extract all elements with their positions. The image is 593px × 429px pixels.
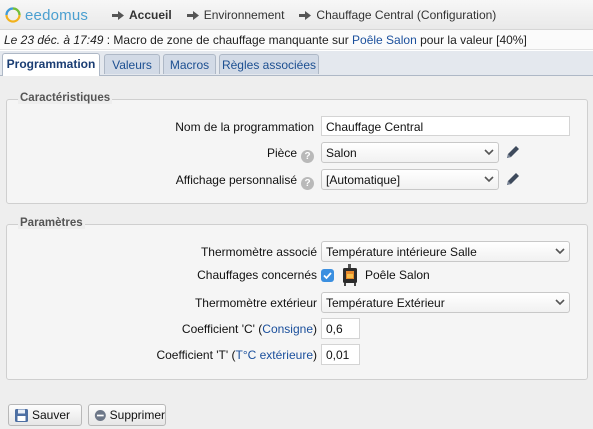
chevron-down-icon	[484, 149, 494, 156]
characteristics-legend: Caractéristiques	[18, 92, 113, 104]
breadcrumb-arrow-icon	[112, 10, 124, 20]
parameters-legend: Paramètres	[18, 217, 85, 229]
delete-button-label: Supprimer	[109, 408, 165, 422]
breadcrumb-current: Chauffage Central (Configuration)	[316, 8, 497, 22]
chevron-down-icon	[555, 248, 565, 255]
coef-c-label: Coefficient 'C' (Consigne)	[182, 322, 317, 336]
coef-t-input[interactable]: 0,01	[321, 344, 360, 365]
thermo-ext-select[interactable]: Température Extérieur	[321, 292, 570, 313]
thermo-ext-label: Thermomètre extérieur	[194, 296, 317, 310]
thermo-assoc-label: Thermomètre associé	[200, 245, 317, 259]
save-button[interactable]: Sauver	[8, 404, 82, 426]
coef-t-suffix: )	[313, 348, 317, 362]
save-icon	[15, 408, 28, 422]
coef-t-link[interactable]: T°C extérieure	[236, 348, 314, 362]
tab-valeurs[interactable]: Valeurs	[104, 54, 160, 74]
top-bar: eedomus Accueil Environnement Chauffage …	[0, 0, 593, 30]
check-icon	[323, 272, 332, 280]
coef-t-prefix: Coefficient 'T' (	[156, 348, 236, 362]
stove-icon	[343, 264, 357, 286]
save-button-label: Sauver	[32, 408, 71, 422]
chevron-down-icon	[555, 299, 565, 306]
notification-suffix: pour la valeur [40%]	[416, 33, 527, 47]
affichage-label-text: Affichage personnalisé	[175, 173, 297, 187]
breadcrumb-arrow-icon	[186, 10, 199, 20]
tab-bar: Programmation Valeurs Macros Règles asso…	[0, 51, 593, 76]
coef-c-suffix: )	[313, 322, 317, 336]
breadcrumb-home[interactable]: Accueil	[129, 8, 172, 22]
chauffage-checkbox[interactable]	[321, 269, 334, 282]
breadcrumb-arrow-icon	[299, 10, 312, 20]
coef-t-label: Coefficient 'T' (T°C extérieure)	[156, 348, 317, 362]
breadcrumb-environment[interactable]: Environnement	[204, 8, 285, 22]
logo-text: eedomus	[25, 6, 89, 24]
affichage-select[interactable]: [Automatique]	[321, 169, 499, 190]
delete-icon	[94, 409, 106, 421]
tab-regles-associees[interactable]: Règles associées	[219, 54, 319, 74]
coef-c-link[interactable]: Consigne	[262, 322, 313, 336]
name-input[interactable]: Chauffage Central	[321, 116, 570, 136]
notification-date: Le 23 déc. à 17:49	[4, 33, 104, 47]
help-icon[interactable]: ?	[301, 177, 314, 190]
piece-select-value: Salon	[326, 146, 357, 160]
piece-label: Pièce?	[267, 146, 314, 163]
piece-select[interactable]: Salon	[321, 142, 499, 163]
thermo-assoc-select[interactable]: Température intérieure Salle	[321, 241, 570, 262]
breadcrumb: Accueil Environnement Chauffage Central …	[111, 8, 510, 22]
thermo-ext-value: Température Extérieur	[326, 296, 445, 310]
chauffage-item-label[interactable]: Poêle Salon	[365, 268, 430, 282]
help-icon[interactable]: ?	[301, 150, 314, 163]
notification-link[interactable]: Poêle Salon	[352, 33, 417, 47]
name-label: Nom de la programmation	[175, 120, 314, 134]
coef-c-input[interactable]: 0,6	[321, 318, 360, 339]
affichage-select-value: [Automatique]	[326, 173, 401, 187]
eedomus-logo-icon	[5, 7, 21, 23]
affichage-label: Affichage personnalisé?	[176, 173, 314, 190]
logo[interactable]: eedomus	[5, 5, 88, 25]
pencil-icon[interactable]	[505, 171, 521, 187]
notification-bar: Le 23 déc. à 17:49 : Macro de zone de ch…	[0, 30, 593, 50]
tab-programmation[interactable]: Programmation	[2, 53, 100, 76]
tab-macros[interactable]: Macros	[163, 54, 216, 74]
coef-c-prefix: Coefficient 'C' (	[181, 322, 263, 336]
thermo-assoc-value: Température intérieure Salle	[326, 245, 477, 259]
chevron-down-icon	[484, 176, 494, 183]
pencil-icon[interactable]	[505, 144, 521, 160]
chauffages-label: Chauffages concernés	[197, 268, 317, 282]
notification-message: : Macro de zone de chauffage manquante s…	[103, 33, 353, 47]
delete-button[interactable]: Supprimer	[88, 404, 166, 426]
piece-label-text: Pièce	[266, 146, 297, 160]
